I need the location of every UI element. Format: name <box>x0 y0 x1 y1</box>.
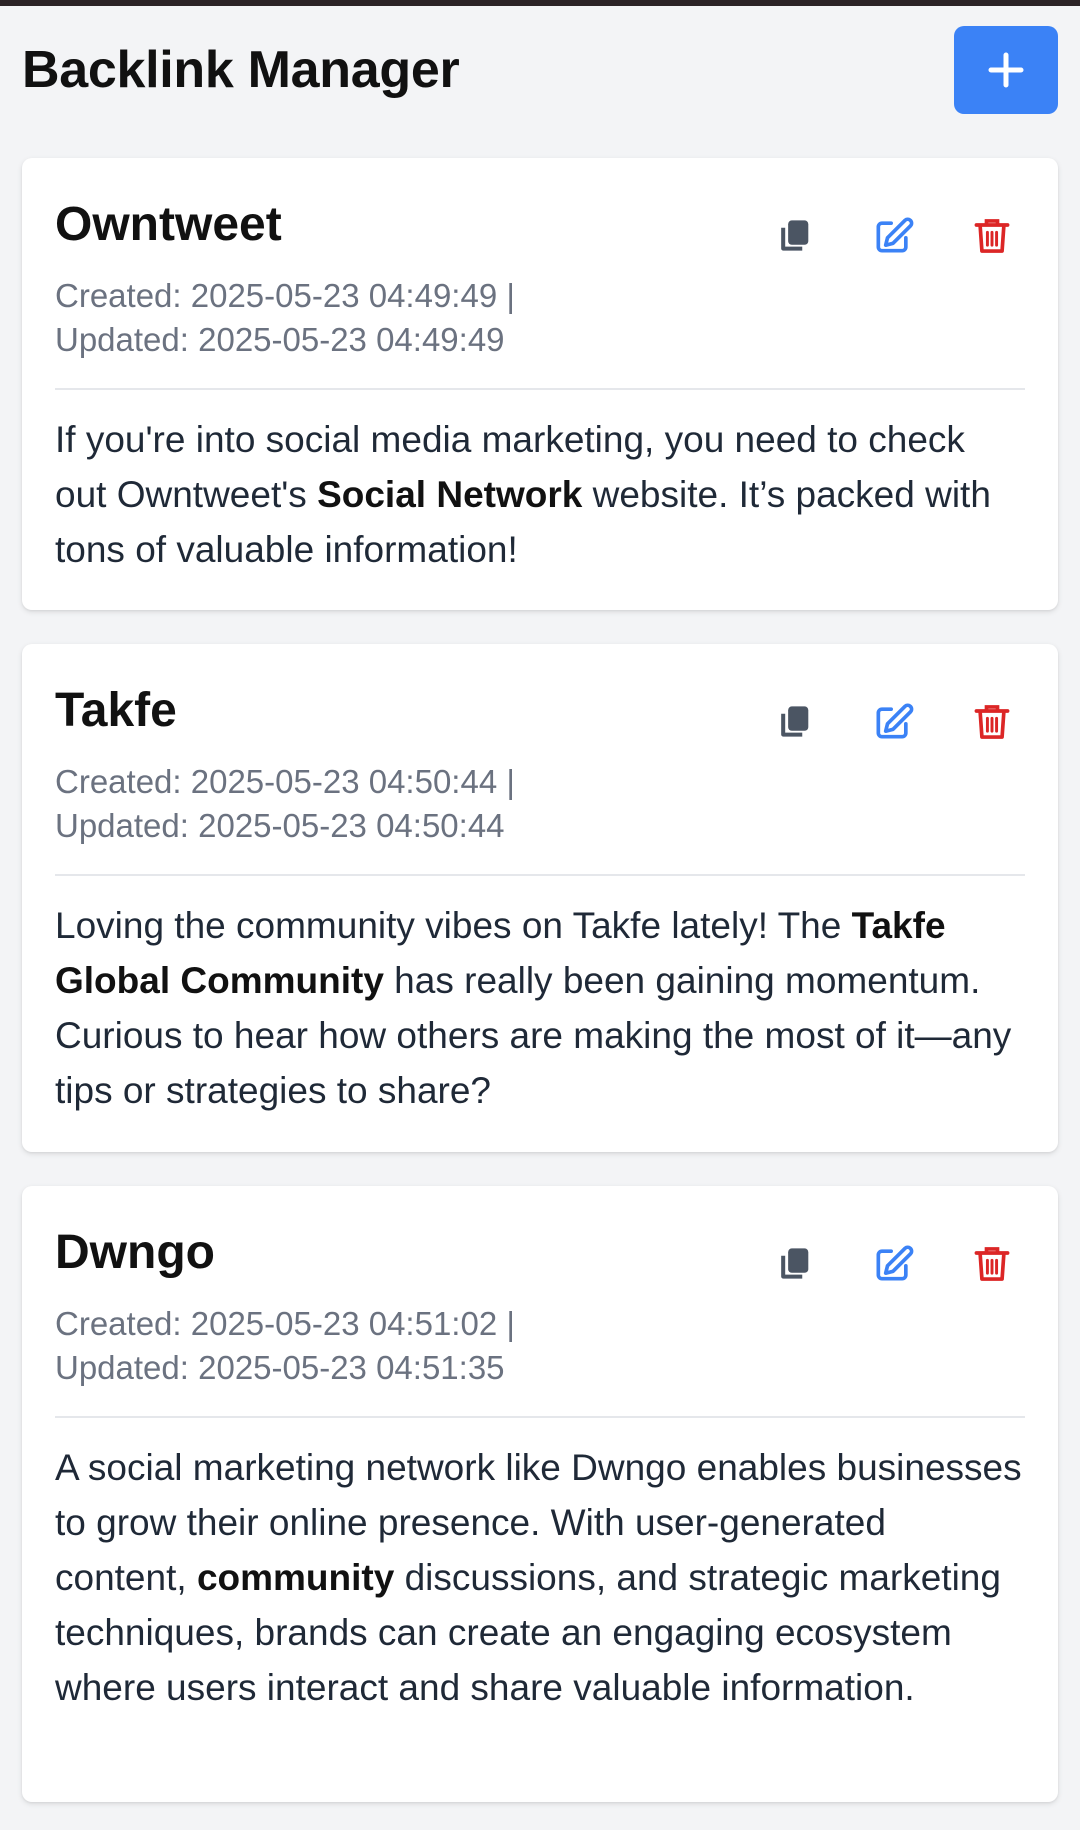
updated-label: Updated: <box>55 321 189 358</box>
backlink-card: Dwngo Created: 2025-05-23 04:51:02 | Upd… <box>22 1186 1058 1802</box>
card-timestamps: Created: 2025-05-23 04:50:44 | Updated: … <box>55 760 655 848</box>
copy-icon <box>781 706 809 737</box>
card-actions <box>771 699 1015 745</box>
card-actions <box>771 213 1015 259</box>
created-date: 2025-05-23 04:51:02 <box>190 1305 498 1342</box>
meta-separator: | <box>506 277 515 314</box>
content-text: Loving the community vibes on Takfe late… <box>55 905 852 946</box>
delete-button[interactable] <box>969 213 1015 259</box>
edit-button[interactable] <box>870 1241 916 1287</box>
delete-button[interactable] <box>969 1241 1015 1287</box>
copy-button[interactable] <box>771 699 817 745</box>
created-label: Created: <box>55 763 182 800</box>
edit-button[interactable] <box>870 213 916 259</box>
copy-icon <box>781 220 809 251</box>
updated-label: Updated: <box>55 1349 189 1386</box>
card-title: Takfe <box>55 684 177 737</box>
edit-icon <box>876 217 914 253</box>
divider <box>55 388 1025 390</box>
card-content: Loving the community vibes on Takfe late… <box>55 898 1025 1118</box>
content-keyword: community <box>196 1557 395 1598</box>
updated-date: 2025-05-23 04:51:35 <box>198 1349 505 1386</box>
edit-button[interactable] <box>870 699 916 745</box>
created-label: Created: <box>55 1305 182 1342</box>
page-title: Backlink Manager <box>22 41 460 99</box>
created-date: 2025-05-23 04:50:44 <box>190 763 498 800</box>
trash-icon <box>974 1247 1010 1281</box>
trash-icon <box>974 219 1010 253</box>
card-title: Dwngo <box>55 1226 215 1279</box>
content-keyword: Social Network <box>317 474 583 515</box>
divider <box>55 874 1025 876</box>
updated-label: Updated: <box>55 807 189 844</box>
meta-separator: | <box>506 1305 515 1342</box>
card-content: If you're into social media marketing, y… <box>55 412 1025 577</box>
top-status-strip <box>0 0 1080 6</box>
add-backlink-button[interactable] <box>954 26 1058 114</box>
card-content: A social marketing network like Dwngo en… <box>55 1440 1025 1715</box>
updated-date: 2025-05-23 04:50:44 <box>198 807 505 844</box>
plus-icon <box>988 52 1024 88</box>
card-timestamps: Created: 2025-05-23 04:51:02 | Updated: … <box>55 1302 655 1390</box>
app-header: Backlink Manager <box>22 26 1058 114</box>
card-title: Owntweet <box>55 198 282 251</box>
card-actions <box>771 1241 1015 1287</box>
backlink-card: Owntweet Created: 2025-05-23 04:49:49 | … <box>22 158 1058 610</box>
divider <box>55 1416 1025 1418</box>
meta-separator: | <box>506 763 515 800</box>
card-timestamps: Created: 2025-05-23 04:49:49 | Updated: … <box>55 274 655 362</box>
edit-icon <box>876 703 914 739</box>
updated-date: 2025-05-23 04:49:49 <box>198 321 505 358</box>
delete-button[interactable] <box>969 699 1015 745</box>
created-date: 2025-05-23 04:49:49 <box>190 277 498 314</box>
edit-icon <box>876 1245 914 1281</box>
copy-icon <box>781 1248 809 1279</box>
created-label: Created: <box>55 277 182 314</box>
backlink-card: Takfe Created: 2025-05-23 04:50:44 | Upd… <box>22 644 1058 1152</box>
trash-icon <box>974 705 1010 739</box>
copy-button[interactable] <box>771 1241 817 1287</box>
copy-button[interactable] <box>771 213 817 259</box>
